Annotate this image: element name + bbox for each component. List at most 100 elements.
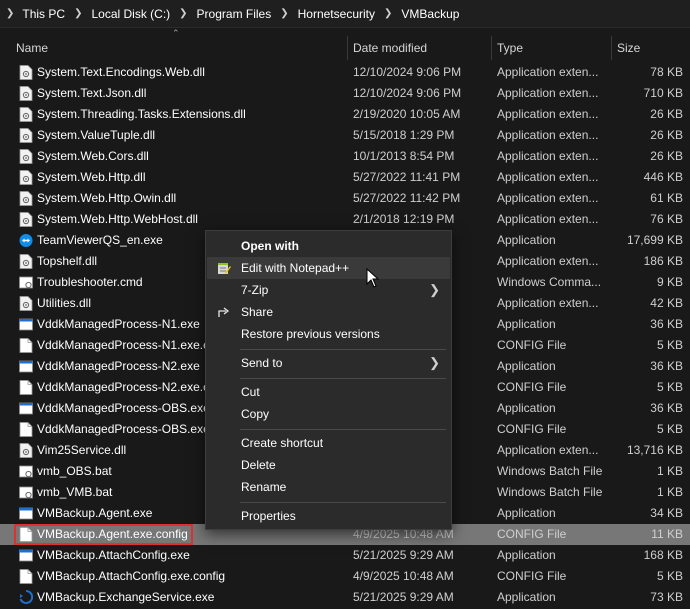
file-type: CONFIG File: [497, 527, 567, 541]
file-name: System.Text.Json.dll: [37, 86, 147, 100]
breadcrumb-vmbackup[interactable]: VMBackup: [401, 7, 459, 21]
file-size: 710 KB: [643, 86, 683, 100]
file-row[interactable]: VMBackup.ExchangeService.exe 5/21/2025 9:…: [0, 587, 690, 608]
dll-icon: [19, 86, 33, 101]
file-type: Application: [497, 401, 556, 415]
exe-icon: [19, 318, 33, 331]
address-bar[interactable]: ❯ This PC ❯ Local Disk (C:) ❯ Program Fi…: [0, 0, 690, 28]
exchange-service-icon: [19, 590, 33, 604]
file-row[interactable]: System.Web.Cors.dll 10/1/2013 8:54 PM Appl…: [0, 146, 690, 167]
file-type: Application exten...: [497, 254, 599, 268]
dll-icon: [19, 296, 33, 311]
column-header-size[interactable]: Size: [617, 36, 640, 60]
config-file-icon: [19, 338, 33, 353]
file-size: 26 KB: [650, 107, 683, 121]
file-row[interactable]: System.Web.Http.WebHost.dll 2/1/2018 12:1…: [0, 209, 690, 230]
file-name: System.Web.Http.dll: [37, 170, 146, 184]
file-size: 36 KB: [650, 359, 683, 373]
menu-item-rename[interactable]: Rename: [207, 476, 450, 498]
menu-item-copy[interactable]: Copy: [207, 403, 450, 425]
file-date-modified: 12/10/2024 9:06 PM: [353, 86, 462, 100]
menu-item-cut[interactable]: Cut: [207, 381, 450, 403]
file-row[interactable]: System.Threading.Tasks.Extensions.dll 2/1…: [0, 104, 690, 125]
column-divider[interactable]: [347, 36, 348, 60]
file-name: System.Web.Http.Owin.dll: [37, 191, 177, 205]
file-size: 5 KB: [656, 569, 683, 583]
breadcrumb-hornetsecurity[interactable]: Hornetsecurity: [298, 7, 375, 21]
context-menu: Open with Edit with Notepad++ 7-Zip ❯ Sh…: [205, 230, 452, 530]
menu-item-properties[interactable]: Properties: [207, 505, 450, 527]
file-row[interactable]: VMBackup.AttachConfig.exe.config 4/9/2025…: [0, 566, 690, 587]
breadcrumb-this-pc[interactable]: This PC: [22, 7, 65, 21]
file-name: VMBackup.AttachConfig.exe.config: [37, 569, 226, 583]
file-size: 61 KB: [650, 191, 683, 205]
chevron-right-icon[interactable]: ❯: [6, 8, 14, 19]
file-size: 1 KB: [656, 485, 683, 499]
dll-icon: [19, 170, 33, 185]
file-date-modified: 5/15/2018 1:29 PM: [353, 128, 455, 142]
file-type: Application: [497, 359, 556, 373]
file-row[interactable]: System.Web.Http.Owin.dll 5/27/2022 11:42 …: [0, 188, 690, 209]
file-type: CONFIG File: [497, 338, 567, 352]
file-date-modified: 5/21/2025 9:29 AM: [353, 548, 454, 562]
dll-icon: [19, 212, 33, 227]
chevron-right-icon[interactable]: ❯: [280, 8, 288, 19]
file-date-modified: 4/9/2025 10:48 AM: [353, 569, 454, 583]
column-header-bar: Name Date modified Type Size: [0, 36, 690, 60]
file-type: Application exten...: [497, 65, 599, 79]
file-date-modified: 2/1/2018 12:19 PM: [353, 212, 455, 226]
chevron-right-icon: ❯: [429, 355, 440, 370]
file-size: 5 KB: [656, 422, 683, 436]
chevron-right-icon[interactable]: ❯: [179, 8, 187, 19]
file-type: Application exten...: [497, 86, 599, 100]
file-type: Application exten...: [497, 212, 599, 226]
column-divider[interactable]: [491, 36, 492, 60]
file-type: Windows Batch File: [497, 464, 603, 478]
breadcrumb-program-files[interactable]: Program Files: [197, 7, 272, 21]
file-size: 17,699 KB: [626, 233, 683, 247]
file-row[interactable]: VMBackup.AttachConfig.exe 5/21/2025 9:29 …: [0, 545, 690, 566]
file-row[interactable]: System.Text.Json.dll 12/10/2024 9:06 PM Ap…: [0, 83, 690, 104]
file-size: 186 KB: [643, 254, 683, 268]
menu-divider: [240, 429, 446, 430]
breadcrumb-local-disk[interactable]: Local Disk (C:): [91, 7, 170, 21]
file-size: 168 KB: [643, 548, 683, 562]
column-divider[interactable]: [611, 36, 612, 60]
file-size: 26 KB: [650, 128, 683, 142]
menu-item-share[interactable]: Share: [207, 301, 450, 323]
file-type: CONFIG File: [497, 380, 567, 394]
file-size: 36 KB: [650, 317, 683, 331]
file-type: CONFIG File: [497, 422, 567, 436]
file-date-modified: 2/19/2020 10:05 AM: [353, 107, 461, 121]
menu-divider: [240, 502, 446, 503]
file-size: 42 KB: [650, 296, 683, 310]
menu-item-delete[interactable]: Delete: [207, 454, 450, 476]
file-type: Application: [497, 590, 556, 604]
file-row[interactable]: System.Web.Http.dll 5/27/2022 11:41 PM App…: [0, 167, 690, 188]
config-file-icon: [19, 422, 33, 437]
file-type: Application: [497, 233, 556, 247]
file-date-modified: 5/27/2022 11:42 PM: [353, 191, 461, 205]
file-type: Application exten...: [497, 170, 599, 184]
file-type: Application exten...: [497, 296, 599, 310]
chevron-right-icon[interactable]: ❯: [74, 8, 82, 19]
column-header-name[interactable]: Name: [16, 36, 48, 60]
config-file-icon: [19, 569, 33, 584]
menu-item-restore-previous-versions[interactable]: Restore previous versions: [207, 323, 450, 345]
menu-item-open-with[interactable]: Open with: [207, 235, 450, 257]
dll-icon: [19, 107, 33, 122]
chevron-right-icon[interactable]: ❯: [384, 8, 392, 19]
column-header-date[interactable]: Date modified: [353, 36, 427, 60]
file-name: System.Text.Encodings.Web.dll: [37, 65, 205, 79]
file-size: 78 KB: [650, 65, 683, 79]
menu-item-create-shortcut[interactable]: Create shortcut: [207, 432, 450, 454]
file-size: 73 KB: [650, 590, 683, 604]
menu-item-send-to[interactable]: Send to ❯: [207, 352, 450, 374]
dll-icon: [19, 149, 33, 164]
menu-item-edit-with-notepad[interactable]: Edit with Notepad++: [207, 257, 450, 279]
file-type: Windows Comma...: [497, 275, 602, 289]
file-row[interactable]: System.ValueTuple.dll 5/15/2018 1:29 PM Ap…: [0, 125, 690, 146]
column-header-type[interactable]: Type: [497, 36, 523, 60]
file-row[interactable]: System.Text.Encodings.Web.dll 12/10/2024 …: [0, 62, 690, 83]
menu-item-7zip[interactable]: 7-Zip ❯: [207, 279, 450, 301]
